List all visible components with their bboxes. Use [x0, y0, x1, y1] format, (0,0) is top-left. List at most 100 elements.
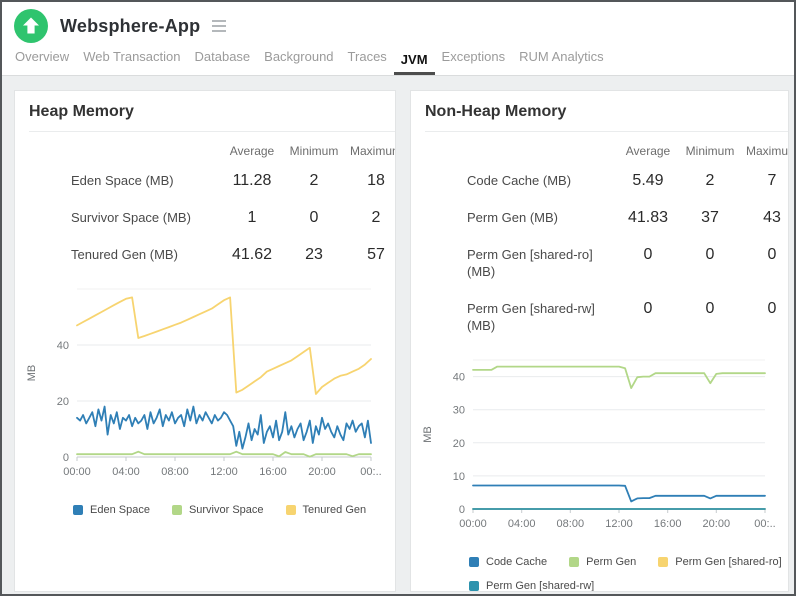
svg-text:08:00: 08:00	[557, 518, 585, 530]
column-header-maximum: Maximum	[745, 144, 788, 158]
tab-jvm[interactable]: JVM	[393, 52, 435, 75]
svg-text:00:..: 00:..	[754, 518, 775, 530]
column-header-minimum: Minimum	[289, 144, 339, 158]
legend-item-perm-gen[interactable]: Perm Gen	[569, 556, 636, 568]
legend-label: Code Cache	[486, 556, 548, 568]
table-row: Eden Space (MB) 11.28 2 18	[71, 162, 395, 199]
svg-text:20:00: 20:00	[308, 466, 336, 478]
tab-exceptions[interactable]: Exceptions	[435, 49, 513, 75]
metric-average: 41.83	[627, 209, 669, 226]
legend-swatch-icon	[469, 557, 479, 567]
legend-item-survivor-space[interactable]: Survivor Space	[171, 504, 264, 516]
column-header-maximum: Maximum	[349, 144, 395, 158]
metric-minimum: 0	[309, 209, 319, 226]
svg-text:00:00: 00:00	[63, 466, 91, 478]
metric-maximum: 0	[767, 300, 777, 317]
legend-label: Survivor Space	[188, 504, 264, 516]
svg-text:00:00: 00:00	[459, 518, 487, 530]
legend-item-eden-space[interactable]: Eden Space	[73, 504, 150, 516]
legend-item-tenured-gen[interactable]: Tenured Gen	[285, 504, 366, 516]
svg-text:40: 40	[57, 340, 69, 352]
svg-text:12:00: 12:00	[210, 466, 238, 478]
metric-label: Perm Gen [shared-ro] (MB)	[467, 247, 593, 279]
metric-average: 11.28	[232, 172, 272, 189]
legend-item-perm-gen-shared-rw[interactable]: Perm Gen [shared-rw]	[469, 580, 595, 592]
svg-text:0: 0	[63, 452, 69, 464]
table-row: Tenured Gen (MB) 41.62 23 57	[71, 236, 395, 273]
metric-label: Perm Gen [shared-rw] (MB)	[467, 301, 595, 333]
metric-maximum: 57	[367, 246, 385, 263]
non-heap-memory-panel: Non-Heap Memory Average Minimum Maximum Cod…	[410, 90, 789, 592]
svg-text:10: 10	[453, 471, 465, 483]
metric-average: 5.49	[632, 172, 664, 189]
legend-label: Perm Gen [shared-rw]	[486, 580, 595, 592]
legend-swatch-icon	[658, 557, 669, 567]
svg-text:MB: MB	[422, 426, 434, 443]
line-chart-canvas: 0 20 40 00:00 04:00 08:00 12:00 16:00 20:00 00:..…	[26, 288, 382, 478]
metric-maximum: 2	[371, 209, 381, 226]
legend-label: Eden Space	[90, 504, 150, 516]
menu-icon[interactable]	[210, 16, 228, 36]
heap-memory-table: Average Minimum Maximum Eden Space (MB) 11.2…	[71, 138, 395, 273]
tab-database[interactable]: Database	[188, 49, 258, 75]
app-status-icon	[14, 9, 48, 43]
svg-text:16:00: 16:00	[259, 466, 287, 478]
metric-average: 0	[643, 246, 653, 263]
metric-minimum: 2	[705, 172, 715, 189]
line-chart-canvas: 0 10 20 30 40 00:00 04:00 08:00 12:00 16:00 20:00 0…	[422, 359, 776, 530]
non-heap-memory-legend: Code Cache Perm Gen Perm Gen [shared-ro] Pe…	[469, 556, 788, 592]
metric-average: 0	[643, 300, 653, 317]
column-header-average: Average	[625, 144, 671, 158]
svg-text:04:00: 04:00	[112, 466, 140, 478]
metric-minimum: 0	[705, 300, 715, 317]
app-title: Websphere-App	[60, 15, 201, 36]
legend-item-perm-gen-shared-ro[interactable]: Perm Gen [shared-ro]	[658, 556, 782, 568]
metric-average: 41.62	[231, 246, 273, 263]
tab-overview[interactable]: Overview	[8, 49, 76, 75]
heap-memory-panel: Heap Memory Average Minimum Maximum Eden Sp…	[14, 90, 396, 592]
table-row: Perm Gen (MB) 41.83 37 43	[467, 199, 788, 236]
legend-label: Perm Gen [shared-ro]	[675, 556, 782, 568]
panel-title: Heap Memory	[29, 103, 134, 120]
metric-average: 1	[247, 209, 257, 226]
metric-label: Tenured Gen (MB)	[71, 247, 178, 262]
panel-title: Non-Heap Memory	[425, 103, 567, 120]
svg-text:08:00: 08:00	[161, 466, 189, 478]
svg-text:20: 20	[453, 438, 465, 450]
legend-label: Perm Gen	[586, 556, 637, 568]
metric-minimum: 23	[305, 246, 323, 263]
svg-text:30: 30	[453, 405, 465, 417]
legend-swatch-icon	[285, 505, 296, 515]
panel-divider	[29, 131, 395, 132]
tab-traces[interactable]: Traces	[341, 49, 394, 75]
legend-swatch-icon	[171, 505, 182, 515]
column-header-minimum: Minimum	[685, 144, 735, 158]
metric-maximum: 0	[767, 246, 777, 263]
svg-text:12:00: 12:00	[605, 518, 633, 530]
app-window: Websphere-App Overview Web Transaction Dat…	[0, 0, 796, 596]
legend-swatch-icon	[569, 557, 580, 567]
metric-minimum: 2	[309, 172, 319, 189]
legend-item-code-cache[interactable]: Code Cache	[469, 556, 547, 568]
svg-text:0: 0	[459, 504, 465, 516]
tab-background[interactable]: Background	[257, 49, 340, 75]
metric-minimum: 0	[705, 246, 715, 263]
tab-rum-analytics[interactable]: RUM Analytics	[512, 49, 611, 75]
table-row: Code Cache (MB) 5.49 2 7	[467, 162, 788, 199]
table-header-row: Average Minimum Maximum	[71, 138, 395, 162]
heap-memory-chart: 0 20 40 00:00 04:00 08:00 12:00 16:00 20:00 00:..…	[21, 283, 395, 488]
dashboard-content: Heap Memory Average Minimum Maximum Eden Sp…	[2, 76, 794, 594]
non-heap-memory-chart: 0 10 20 30 40 00:00 04:00 08:00 12:00 16:00 20:00 0…	[417, 354, 788, 540]
svg-text:20:00: 20:00	[703, 518, 731, 530]
app-header: Websphere-App	[2, 2, 794, 50]
table-header-row: Average Minimum Maximum	[467, 138, 788, 162]
metric-maximum: 18	[367, 172, 385, 189]
svg-text:04:00: 04:00	[508, 518, 536, 530]
svg-text:MB: MB	[26, 365, 38, 382]
metric-maximum: 43	[763, 209, 781, 226]
tab-web-transaction[interactable]: Web Transaction	[76, 49, 187, 75]
svg-text:40: 40	[453, 372, 465, 384]
svg-text:00:..: 00:..	[360, 466, 381, 478]
table-row: Survivor Space (MB) 1 0 2	[71, 199, 395, 236]
svg-text:20: 20	[57, 396, 69, 408]
